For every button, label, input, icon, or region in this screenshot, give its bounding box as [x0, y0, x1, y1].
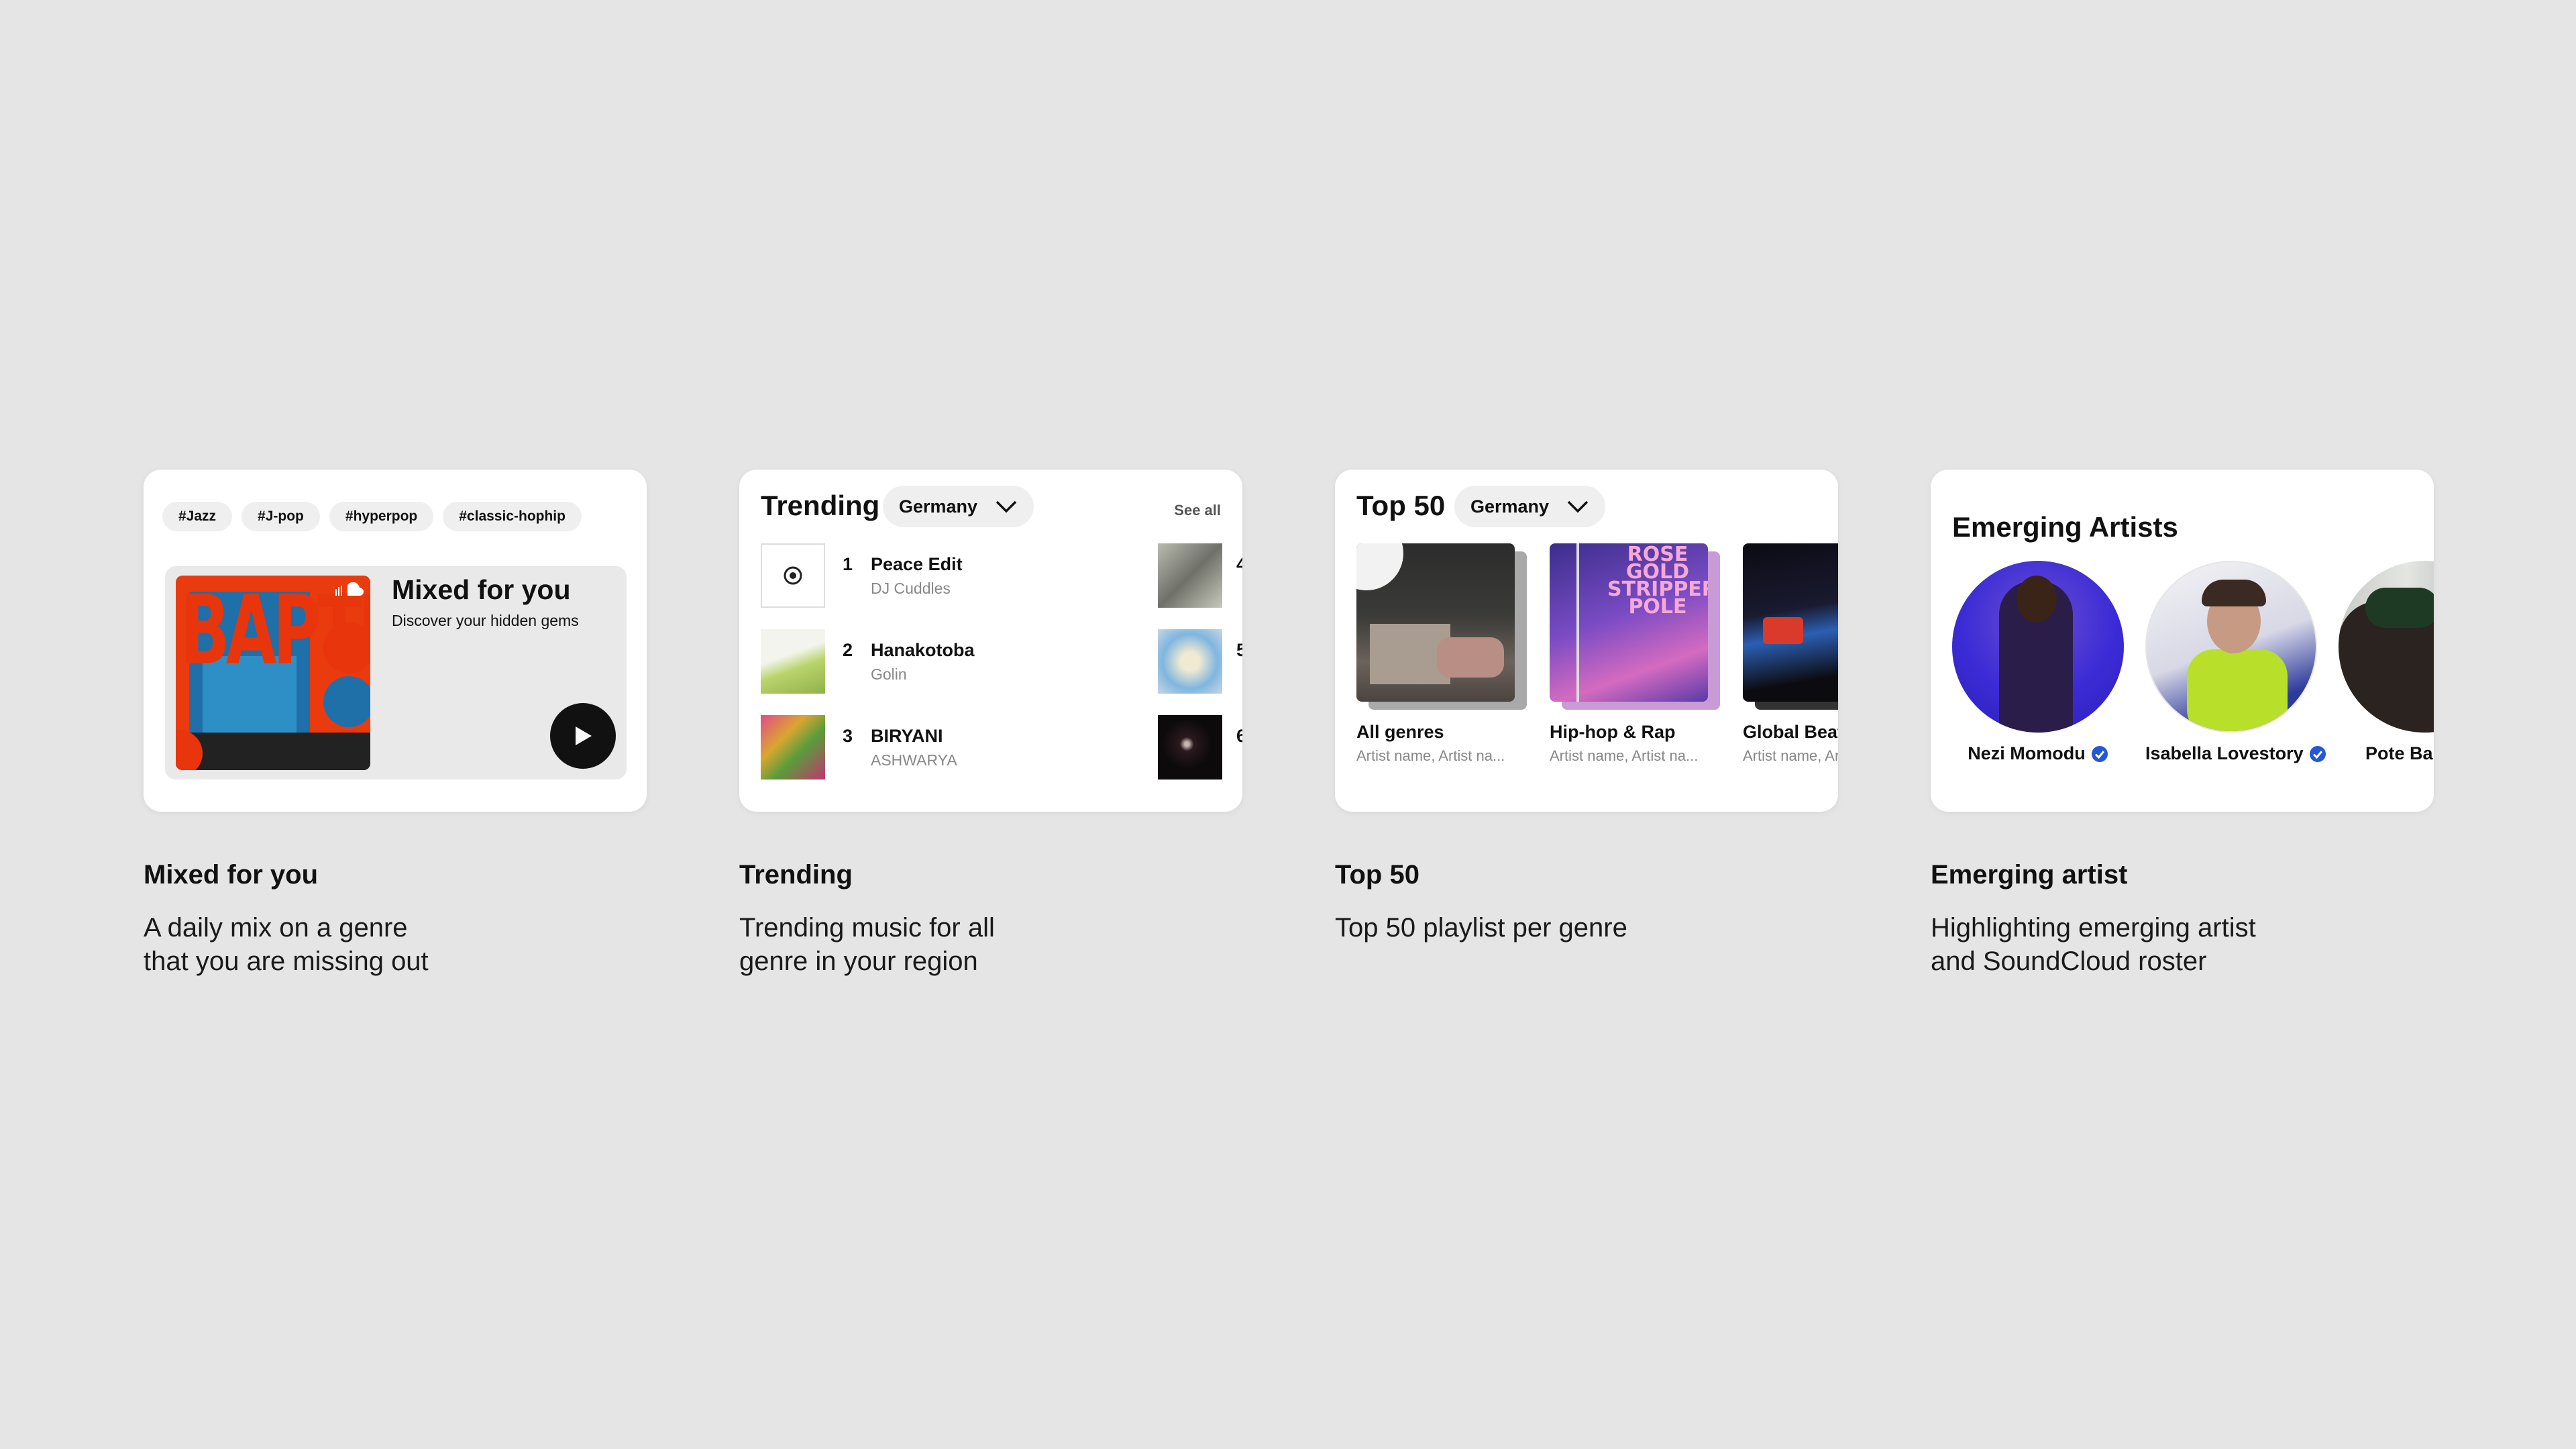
track-rank: 5	[1236, 640, 1242, 660]
track-artist[interactable]: ASHWARYA	[871, 751, 1045, 769]
mixed-for-you-card[interactable]: #Jazz #J-pop #hyperpop #classic-hophip B…	[144, 470, 647, 812]
playlist-cover	[1356, 543, 1515, 702]
artist-avatar	[1952, 561, 2124, 733]
playlist-name: All genres	[1356, 722, 1444, 742]
track-name[interactable]: BIRYANI	[871, 726, 943, 747]
track-cover	[761, 629, 825, 694]
caption-text: Trending music for all genre in your reg…	[739, 913, 995, 976]
caption-title: Trending	[739, 860, 853, 890]
region-dropdown[interactable]: Germany	[1454, 486, 1606, 527]
artist-avatar	[2145, 561, 2317, 733]
playlist-artists: Artist name, Artist na...	[1550, 747, 1699, 764]
genre-tags: #Jazz #J-pop #hyperpop #classic-hophip	[162, 502, 582, 531]
mix-cover-art: BAPTIZE	[176, 576, 370, 770]
artist-name[interactable]: Isabella Lovestory	[2145, 743, 2326, 764]
genre-tag[interactable]: #hyperpop	[329, 502, 434, 531]
playlist-name: Hip-hop & Rap	[1550, 722, 1676, 742]
track-row[interactable]: 2 Hanakotoba Golin 5	[761, 629, 1242, 695]
top50-card[interactable]: Top 50 Germany All genres Artist name, A…	[1335, 470, 1838, 812]
caption-text: A daily mix on a genre that you are miss…	[144, 913, 429, 976]
chevron-down-icon	[996, 500, 1017, 513]
caption-text: Top 50 playlist per genre	[1335, 913, 1627, 943]
playlist-cover-text: ROSE GOLD STRIPPER POLE	[1607, 543, 1708, 619]
track-rank: 4	[1236, 554, 1242, 574]
track-cover	[761, 543, 825, 608]
mix-title: Mixed for you	[392, 574, 571, 605]
artist-card[interactable]: Pote Baby	[2339, 561, 2434, 763]
caption-text: Highlighting emerging artist and SoundCl…	[1931, 913, 2256, 976]
playlist-artists: Artist name, Artist na...	[1743, 747, 1838, 764]
artist-name-text: Isabella Lovestory	[2145, 743, 2304, 763]
artist-card[interactable]: Nezi Momodu	[1952, 561, 2127, 763]
track-cover	[761, 715, 825, 780]
track-row[interactable]: 3 BIRYANI ASHWARYA 6	[761, 715, 1242, 781]
playlist-cover	[1743, 543, 1838, 702]
track-rank: 3	[843, 726, 853, 746]
track-artist[interactable]: Golin	[871, 665, 1045, 684]
track-cover	[1158, 715, 1222, 780]
playlist-name: Global Beats	[1743, 722, 1838, 742]
play-button[interactable]	[550, 703, 616, 769]
caption-title: Top 50	[1335, 860, 1419, 890]
genre-tag[interactable]: #Jazz	[162, 502, 233, 531]
region-label: Germany	[899, 496, 978, 517]
artist-name-text: Nezi Momodu	[1968, 743, 2086, 763]
track-name[interactable]: Peace Edit	[871, 554, 963, 575]
chevron-down-icon	[1567, 500, 1589, 513]
caption-title: Emerging artist	[1931, 860, 2128, 890]
caption-title: Mixed for you	[144, 860, 319, 890]
emerging-card[interactable]: Emerging Artists Nezi Momodu Isabella Lo…	[1931, 470, 2434, 812]
track-cover	[1158, 629, 1222, 694]
genre-tag[interactable]: #J-pop	[241, 502, 320, 531]
emerging-column: Emerging Artists Nezi Momodu Isabella Lo…	[1931, 470, 2434, 978]
track-rank: 6	[1236, 726, 1242, 746]
top50-column: Top 50 Germany All genres Artist name, A…	[1335, 470, 1838, 945]
trending-title: Trending	[761, 490, 880, 521]
artist-avatar	[2339, 561, 2434, 733]
artist-name[interactable]: Pote Baby	[2365, 743, 2434, 764]
playlist-artists: Artist name, Artist na...	[1356, 747, 1505, 764]
track-cover	[1158, 543, 1222, 608]
top50-title: Top 50	[1356, 490, 1446, 521]
trending-card[interactable]: Trending Germany See all 1 Peace Edit DJ…	[739, 470, 1242, 812]
mixed-for-you-column: #Jazz #J-pop #hyperpop #classic-hophip B…	[144, 470, 647, 978]
region-label: Germany	[1470, 496, 1550, 517]
region-dropdown[interactable]: Germany	[883, 486, 1034, 527]
verified-badge-icon	[2309, 746, 2326, 762]
genre-tag[interactable]: #classic-hophip	[443, 502, 582, 531]
see-all-link[interactable]: See all	[1174, 502, 1221, 519]
mix-subtitle: Discover your hidden gems	[392, 612, 579, 629]
artist-name-text: Pote Baby	[2365, 743, 2434, 763]
verified-badge-icon	[2091, 746, 2108, 762]
track-rank: 1	[843, 554, 853, 574]
artist-card[interactable]: Isabella Lovestory	[2145, 561, 2326, 763]
trending-column: Trending Germany See all 1 Peace Edit DJ…	[739, 470, 1242, 978]
track-rank: 2	[843, 640, 853, 660]
track-name[interactable]: Hanakotoba	[871, 640, 975, 661]
track-row[interactable]: 1 Peace Edit DJ Cuddles 4	[761, 543, 1242, 609]
track-artist[interactable]: DJ Cuddles	[871, 580, 1045, 598]
logo-mark-icon	[784, 566, 802, 585]
playlist-cover: ROSE GOLD STRIPPER POLE	[1550, 543, 1708, 702]
emerging-title: Emerging Artists	[1952, 511, 2178, 543]
mix-panel[interactable]: BAPTIZE Mixed for you Discover your hidd…	[165, 566, 627, 780]
play-icon	[576, 727, 592, 745]
soundcloud-icon	[335, 582, 364, 596]
artist-name[interactable]: Nezi Momodu	[1952, 743, 2124, 764]
